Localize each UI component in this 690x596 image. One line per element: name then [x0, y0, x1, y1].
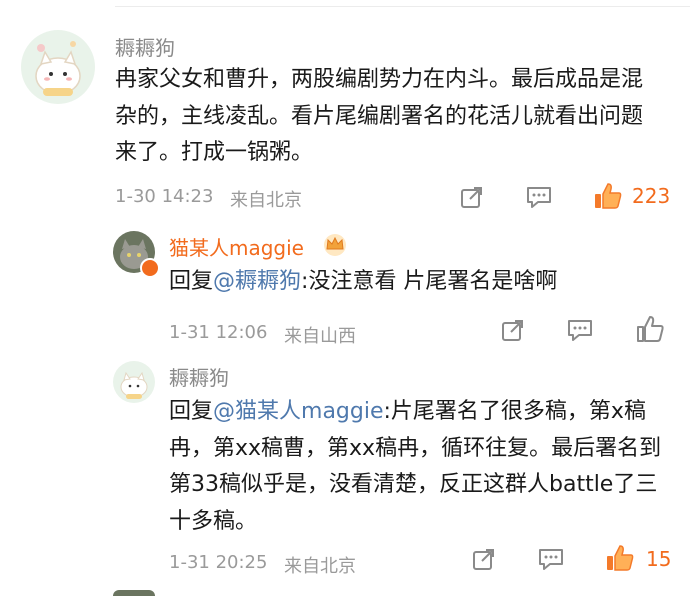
comment-location: 来自北京: [230, 190, 302, 211]
comment-button[interactable]: [536, 545, 566, 573]
share-icon: [473, 549, 494, 570]
like-icon: [595, 183, 622, 209]
reply-location: 来自北京: [284, 556, 356, 577]
badge-icon: [140, 258, 160, 278]
avatar-image: [113, 361, 155, 403]
comment-button[interactable]: [524, 183, 554, 211]
like-button[interactable]: [634, 313, 666, 345]
author-name[interactable]: 耨耨狗: [115, 32, 175, 61]
like-button[interactable]: [604, 542, 636, 574]
reply-time: 1-31 12:06: [169, 322, 268, 343]
reply-body: :没注意看 片尾署名是啥啊: [301, 269, 558, 294]
comment-icon: [539, 549, 563, 570]
share-button[interactable]: [499, 316, 527, 344]
mention-link[interactable]: @耨耨狗: [213, 269, 301, 294]
like-count: 15: [646, 547, 672, 571]
like-count: 223: [632, 184, 671, 208]
like-button[interactable]: [592, 180, 624, 212]
share-icon: [461, 187, 482, 208]
reply-prefix: 回复: [169, 269, 214, 294]
like-icon: [607, 545, 634, 571]
like-icon: [637, 316, 664, 342]
comment-icon: [568, 320, 592, 341]
mention-link[interactable]: @猫某人maggie: [213, 399, 384, 424]
author-name[interactable]: 耨耨狗: [169, 362, 229, 391]
author-name[interactable]: 猫某人maggie: [169, 232, 304, 261]
reply-time: 1-31 20:25: [169, 552, 268, 573]
avatar[interactable]: [113, 361, 155, 403]
avatar[interactable]: [21, 30, 95, 104]
comment-text: 冉家父女和曹升，两股编剧势力在内斗。最后成品是混杂的，主线凌乱。看片尾编剧署名的…: [115, 67, 644, 165]
share-icon: [502, 320, 523, 341]
reply-text: 回复@耨耨狗:没注意看 片尾署名是啥啊: [169, 264, 669, 301]
reply-prefix: 回复: [169, 399, 214, 424]
share-button[interactable]: [470, 545, 498, 573]
comment-time: 1-30 14:23: [115, 186, 214, 207]
share-button[interactable]: [458, 183, 486, 211]
reply-location: 来自山西: [284, 326, 356, 347]
reply-text: 回复@猫某人maggie:片尾署名了很多稿，第x稿冉，第xx稿曹，第xx稿冉，循…: [169, 394, 674, 540]
top-divider: [115, 6, 690, 7]
vip-crown-icon: [324, 234, 346, 256]
comment-icon: [527, 187, 551, 208]
comment-button[interactable]: [565, 316, 595, 344]
next-reply-peek: [113, 590, 155, 596]
avatar-image: [21, 30, 95, 104]
